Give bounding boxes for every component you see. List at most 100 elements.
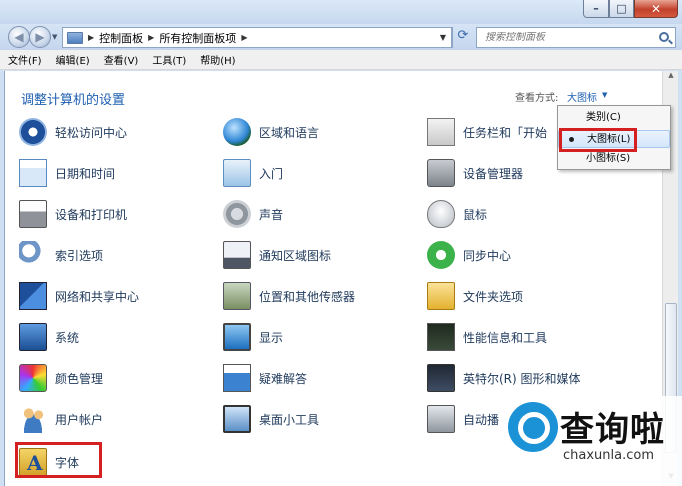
item-sound[interactable]: 声音 — [223, 197, 283, 231]
menu-help[interactable]: 帮助(H) — [200, 52, 235, 67]
fonts-highlight-box — [15, 442, 102, 478]
item-folder-options[interactable]: 文件夹选项 — [427, 279, 523, 313]
printer-icon — [19, 200, 47, 228]
item-location-sensors[interactable]: 位置和其他传感器 — [223, 279, 355, 313]
network-icon — [19, 282, 47, 310]
item-system[interactable]: 系统 — [19, 320, 79, 354]
item-region-language[interactable]: 区域和语言 — [223, 115, 319, 149]
refresh-icon: ⟳ — [457, 28, 469, 43]
item-notification-icons[interactable]: 通知区域图标 — [223, 238, 331, 272]
address-row: ◀ ▶ ▼ ▶ 控制面板 ▶ 所有控制面板项 ▶ ▼ ⟳ — [0, 24, 682, 50]
item-sync-center[interactable]: 同步中心 — [427, 238, 511, 272]
menu-edit[interactable]: 编辑(E) — [56, 52, 90, 67]
folder-icon — [427, 282, 455, 310]
view-by-label: 查看方式: — [515, 93, 559, 104]
item-label: 位置和其他传感器 — [259, 289, 356, 304]
user-accounts-icon — [19, 405, 47, 433]
minimize-icon: – — [593, 2, 599, 15]
item-label: 声音 — [259, 207, 284, 222]
item-devices-printers[interactable]: 设备和打印机 — [19, 197, 127, 231]
item-indexing-options[interactable]: 索引选项 — [19, 238, 103, 272]
indexing-icon — [19, 241, 47, 269]
page-title: 调整计算机的设置 — [21, 93, 126, 108]
address-dropdown-icon[interactable]: ▼ — [435, 33, 451, 42]
maximize-button[interactable]: □ — [609, 0, 634, 18]
item-taskbar-start[interactable]: 任务栏和「开始 — [427, 115, 547, 149]
item-network-sharing[interactable]: 网络和共享中心 — [19, 279, 139, 313]
item-label: 英特尔(R) 图形和媒体 — [463, 371, 581, 386]
item-label: 疑难解答 — [259, 371, 308, 386]
view-option-small-icons[interactable]: 小图标(S) — [558, 150, 670, 168]
search-icon[interactable] — [659, 32, 669, 42]
mouse-icon — [427, 200, 455, 228]
display-icon — [223, 323, 251, 351]
item-label: 网络和共享中心 — [55, 289, 140, 304]
breadcrumb-control-panel[interactable]: 控制面板 — [99, 30, 143, 46]
item-label: 显示 — [259, 330, 284, 345]
item-label: 设备管理器 — [463, 166, 524, 181]
item-desktop-gadgets[interactable]: 桌面小工具 — [223, 402, 319, 436]
refresh-button[interactable]: ⟳ — [455, 28, 471, 46]
item-label: 入门 — [259, 166, 284, 181]
maximize-icon: □ — [616, 2, 627, 15]
item-label: 轻松访问中心 — [55, 125, 128, 140]
back-arrow-icon: ◀ — [14, 30, 24, 44]
breadcrumb-arrow-icon[interactable]: ▶ — [148, 33, 154, 42]
item-intel-graphics[interactable]: 英特尔(R) 图形和媒体 — [427, 361, 581, 395]
globe-icon — [223, 118, 251, 146]
autoplay-icon — [427, 405, 455, 433]
item-troubleshooting[interactable]: 疑难解答 — [223, 361, 307, 395]
forward-button[interactable]: ▶ — [29, 26, 51, 48]
view-by-dropdown[interactable]: 大图标 — [567, 89, 597, 104]
item-getting-started[interactable]: 入门 — [223, 156, 283, 190]
search-input[interactable] — [485, 32, 645, 43]
item-user-accounts[interactable]: 用户帐户 — [19, 402, 103, 436]
taskbar-icon — [427, 118, 455, 146]
item-ease-of-access[interactable]: 轻松访问中心 — [19, 115, 127, 149]
title-bar: – □ ✕ — [0, 0, 682, 24]
item-autoplay[interactable]: 自动播 — [427, 402, 499, 436]
breadcrumb-arrow-icon[interactable]: ▶ — [88, 33, 94, 42]
system-icon — [19, 323, 47, 351]
item-device-manager[interactable]: 设备管理器 — [427, 156, 523, 190]
search-box[interactable] — [476, 27, 676, 48]
watermark-logo-icon — [508, 402, 558, 452]
close-button[interactable]: ✕ — [634, 0, 678, 18]
ease-of-access-icon — [19, 118, 47, 146]
recent-pages-dropdown-icon[interactable]: ▼ — [52, 33, 57, 41]
menu-view[interactable]: 查看(V) — [104, 52, 139, 67]
view-option-category[interactable]: 类别(C) — [558, 109, 670, 127]
item-date-time[interactable]: 日期和时间 — [19, 156, 115, 190]
forward-arrow-icon: ▶ — [35, 30, 45, 44]
item-label: 文件夹选项 — [463, 289, 524, 304]
menu-tools[interactable]: 工具(T) — [152, 52, 186, 67]
calendar-icon — [19, 159, 47, 187]
item-color-management[interactable]: 颜色管理 — [19, 361, 103, 395]
back-button[interactable]: ◀ — [8, 26, 30, 48]
breadcrumb-all-items[interactable]: 所有控制面板项 — [159, 30, 236, 46]
address-bar[interactable]: ▶ 控制面板 ▶ 所有控制面板项 ▶ ▼ — [62, 27, 452, 48]
getting-started-icon — [223, 159, 251, 187]
close-icon: ✕ — [650, 1, 662, 16]
breadcrumb-arrow-icon[interactable]: ▶ — [241, 33, 247, 42]
item-label: 任务栏和「开始 — [463, 125, 548, 140]
notification-icon — [223, 241, 251, 269]
menu-file[interactable]: 文件(F) — [8, 52, 42, 67]
item-label: 自动播 — [463, 412, 500, 427]
item-label: 通知区域图标 — [259, 248, 332, 263]
chevron-down-icon[interactable]: ▼ — [602, 91, 607, 99]
item-label: 性能信息和工具 — [463, 330, 548, 345]
scroll-up-icon[interactable]: ▲ — [663, 71, 679, 85]
troubleshooting-icon — [223, 364, 251, 392]
watermark-url: chaxunla.com — [563, 448, 654, 463]
item-performance[interactable]: 性能信息和工具 — [427, 320, 547, 354]
color-management-icon — [19, 364, 47, 392]
location-sensor-icon — [223, 282, 251, 310]
separator — [452, 27, 453, 48]
minimize-button[interactable]: – — [583, 0, 609, 18]
item-display[interactable]: 显示 — [223, 320, 283, 354]
item-mouse[interactable]: 鼠标 — [427, 197, 487, 231]
speaker-icon — [223, 200, 251, 228]
intel-graphics-icon — [427, 364, 455, 392]
watermark-title: 查询啦 — [560, 410, 665, 450]
